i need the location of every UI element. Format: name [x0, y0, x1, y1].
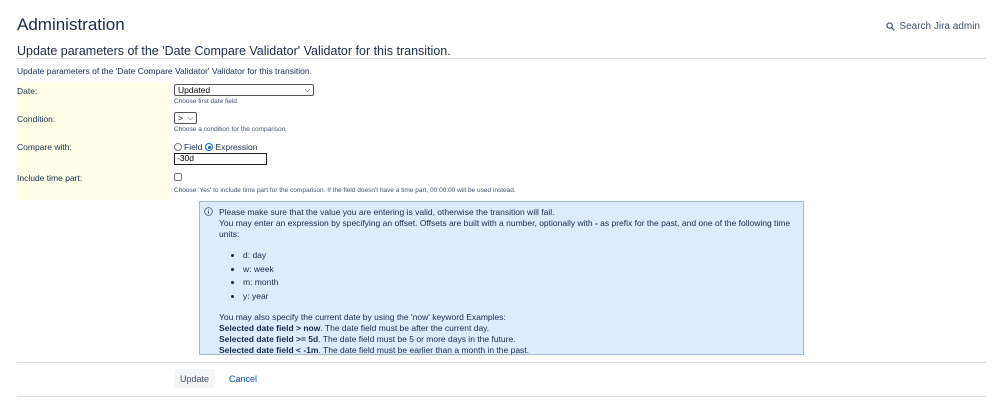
expression-input[interactable]: -30d	[174, 153, 267, 165]
info-message: Please make sure that the value you are …	[199, 201, 804, 355]
list-item: y: year	[243, 290, 794, 304]
expression-radio-label[interactable]: Expression	[215, 142, 257, 152]
chevron-down-icon: ⌵	[304, 87, 310, 94]
info-warning-text: Please make sure that the value you are …	[219, 207, 555, 217]
update-button[interactable]: Update	[174, 369, 215, 388]
include-time-checkbox[interactable]	[174, 173, 182, 181]
expression-radio[interactable]	[205, 143, 214, 151]
compare-with-options: Field Expression	[174, 142, 258, 152]
info-offset-text: You may enter an expression by specifyin…	[219, 218, 791, 239]
form-description: Update parameters of the 'Date Compare V…	[17, 66, 312, 76]
condition-help: Choose a condition for the comparison.	[174, 126, 288, 133]
field-radio[interactable]	[174, 143, 182, 151]
condition-select-value: >	[178, 113, 183, 123]
date-help: Choose first date field.	[174, 98, 239, 105]
chevron-down-icon: ⌵	[187, 115, 193, 122]
search-icon	[886, 22, 896, 31]
date-select[interactable]: Updated ⌵	[174, 84, 314, 96]
list-item: m: month	[243, 276, 794, 290]
condition-label: Condition:	[17, 114, 56, 124]
list-item: w: week	[243, 263, 794, 277]
date-select-value: Updated	[178, 85, 211, 95]
include-time-label: Include time part:	[17, 173, 83, 183]
divider	[17, 396, 986, 397]
field-radio-label[interactable]: Field	[184, 142, 202, 152]
time-units-list: d: day w: week m: month y: year	[243, 249, 794, 303]
search-jira-admin-label: Search Jira admin	[899, 21, 980, 32]
include-time-help: Choose 'Yes' to include time part for th…	[174, 187, 516, 194]
condition-select[interactable]: > ⌵	[174, 112, 197, 124]
section-heading: Update parameters of the 'Date Compare V…	[17, 44, 451, 58]
example-line: Selected date field >= 5d. The date fiel…	[219, 334, 516, 344]
search-jira-admin-link[interactable]: Search Jira admin	[886, 21, 980, 32]
example-line: Selected date field < -1m. The date fiel…	[219, 345, 530, 355]
list-item: d: day	[243, 249, 794, 263]
page-title: Administration	[17, 15, 125, 34]
info-icon	[204, 207, 213, 216]
divider	[17, 58, 986, 59]
compare-with-label: Compare with:	[17, 142, 72, 152]
info-now-intro: You may also specify the current date by…	[219, 312, 506, 322]
divider	[17, 362, 986, 363]
cancel-link[interactable]: Cancel	[229, 374, 257, 384]
date-label: Date:	[17, 86, 38, 96]
example-line: Selected date field > now. The date fiel…	[219, 323, 490, 333]
